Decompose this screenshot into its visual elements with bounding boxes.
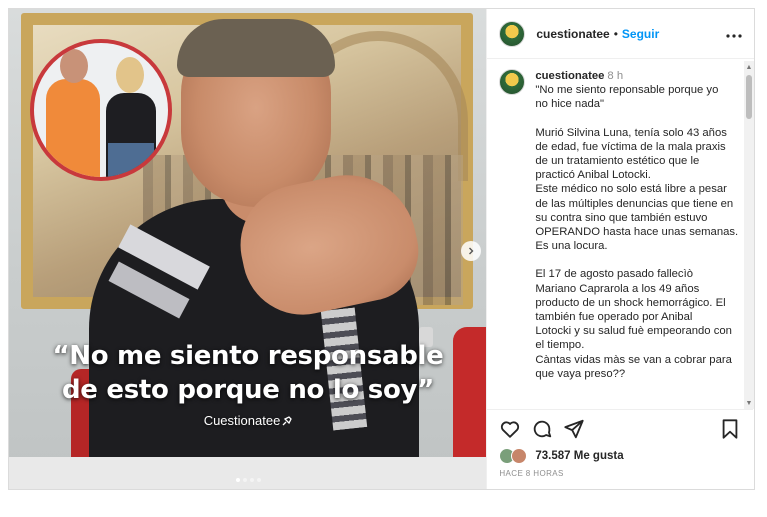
scroll-down-arrow-icon[interactable]: ▼ bbox=[745, 399, 753, 407]
post-media[interactable]: “No me siento responsable de esto porque… bbox=[9, 9, 487, 489]
caption-paragraph-gap bbox=[535, 112, 741, 126]
inset-photo-circle bbox=[30, 39, 172, 181]
caption-line: OPERANDO hasta hace unas semanas. bbox=[535, 226, 739, 239]
separator-dot: • bbox=[613, 26, 618, 41]
carousel-dot[interactable] bbox=[235, 478, 240, 482]
share-icon[interactable] bbox=[563, 418, 585, 440]
overlay-quote-line: de esto porque no lo soy” bbox=[62, 375, 434, 405]
next-slide-button[interactable] bbox=[461, 241, 481, 261]
caption-line: Lotocki y su salud fuè empeorando con bbox=[535, 325, 732, 338]
comment-icon[interactable] bbox=[531, 418, 553, 440]
caption-area[interactable]: cuestionatee 8 h "No me siento reponsable… bbox=[487, 59, 753, 409]
actions-bar: 73.587 Me gusta HACE 8 HORAS bbox=[487, 409, 754, 489]
carousel-dot[interactable] bbox=[256, 478, 261, 482]
scroll-up-arrow-icon[interactable]: ▲ bbox=[745, 63, 753, 71]
carousel-dot[interactable] bbox=[242, 478, 247, 482]
caption-line: también fue operado por Anibal bbox=[535, 311, 693, 324]
chevron-right-icon bbox=[469, 247, 474, 255]
post-sidebar: cuestionatee • Seguir cuestionatee 8 h "N… bbox=[486, 9, 754, 489]
likes-number: 73.587 bbox=[535, 450, 571, 462]
caption-line: Càntas vidas màs se van a cobrar para bbox=[535, 353, 732, 366]
caption-line: Murió Silvina Luna, tenía solo 43 años bbox=[535, 126, 727, 139]
instagram-post: “No me siento responsable de esto porque… bbox=[8, 8, 755, 490]
scroll-thumb[interactable] bbox=[746, 75, 752, 119]
brand-watermark-text: Cuestionatee bbox=[203, 413, 281, 428]
carousel-dots bbox=[9, 478, 486, 482]
caption-line: Mariano Caprarola a los 49 años bbox=[535, 282, 700, 295]
inset-person-orange-shirt bbox=[46, 79, 100, 177]
caption-line: de edad, fue víctima de la mala praxis bbox=[535, 140, 726, 153]
caption-line: practicó Anibal Lotocki. bbox=[535, 169, 651, 182]
likes-row: 73.587 Me gusta bbox=[499, 448, 741, 464]
caption-line: de un tratamiento estético que le bbox=[535, 155, 700, 168]
caption-line: "No me siento reponsable porque yo bbox=[535, 84, 719, 97]
action-icons-row bbox=[499, 410, 741, 448]
overlay-quote-line: “No me siento responsable bbox=[52, 341, 444, 371]
caption-line: Es una locura. bbox=[535, 240, 608, 253]
inset-person-jeans bbox=[108, 143, 154, 177]
avatar bbox=[511, 448, 528, 464]
likes-count[interactable]: 73.587 Me gusta bbox=[535, 450, 623, 462]
brand-watermark: Cuestionatee bbox=[9, 413, 486, 428]
caption-scrollbar[interactable]: ▲ ▼ bbox=[744, 61, 754, 409]
carousel-dot[interactable] bbox=[249, 478, 254, 482]
liker-avatars[interactable] bbox=[499, 448, 531, 464]
man-hair bbox=[177, 19, 335, 77]
caption-line: El 17 de agosto pasado fallecìò bbox=[535, 268, 694, 281]
caption-avatar[interactable] bbox=[499, 69, 526, 95]
heart-icon[interactable] bbox=[499, 418, 521, 440]
caption-username[interactable]: cuestionatee bbox=[535, 70, 604, 82]
avatar[interactable] bbox=[499, 20, 526, 47]
caption-time: 8 h bbox=[607, 70, 624, 82]
caption-line: Este médico no solo está libre a pesar bbox=[535, 183, 727, 196]
table-top bbox=[9, 457, 487, 489]
inset-person-head bbox=[60, 49, 88, 83]
caption-row: cuestionatee 8 h "No me siento reponsable… bbox=[499, 69, 741, 381]
caption-line: de las múltiples denuncias que tiene en bbox=[535, 197, 734, 210]
caption-body: "No me siento reponsable porque yo no hic… bbox=[535, 83, 741, 381]
post-header: cuestionatee • Seguir bbox=[487, 9, 754, 59]
caption-line: producto de un shock hemorrágico. El bbox=[535, 296, 726, 309]
caption-line: no hice nada" bbox=[535, 98, 605, 111]
caption-line: su contra sino que también estuvo bbox=[535, 211, 708, 224]
caption-paragraph-gap bbox=[535, 253, 741, 267]
brand-rocket-icon bbox=[282, 416, 293, 426]
follow-button[interactable]: Seguir bbox=[622, 27, 659, 41]
post-timestamp: HACE 8 HORAS bbox=[499, 469, 564, 478]
caption-line: que vaya preso?? bbox=[535, 367, 626, 380]
more-options-icon[interactable] bbox=[726, 25, 742, 43]
caption-line: el tiempo. bbox=[535, 339, 585, 352]
bookmark-icon[interactable] bbox=[719, 418, 741, 440]
likes-label: Me gusta bbox=[573, 450, 624, 462]
caption-text: cuestionatee 8 h "No me siento reponsable… bbox=[535, 69, 741, 381]
header-username[interactable]: cuestionatee bbox=[536, 27, 609, 41]
inset-person-head bbox=[116, 57, 144, 93]
